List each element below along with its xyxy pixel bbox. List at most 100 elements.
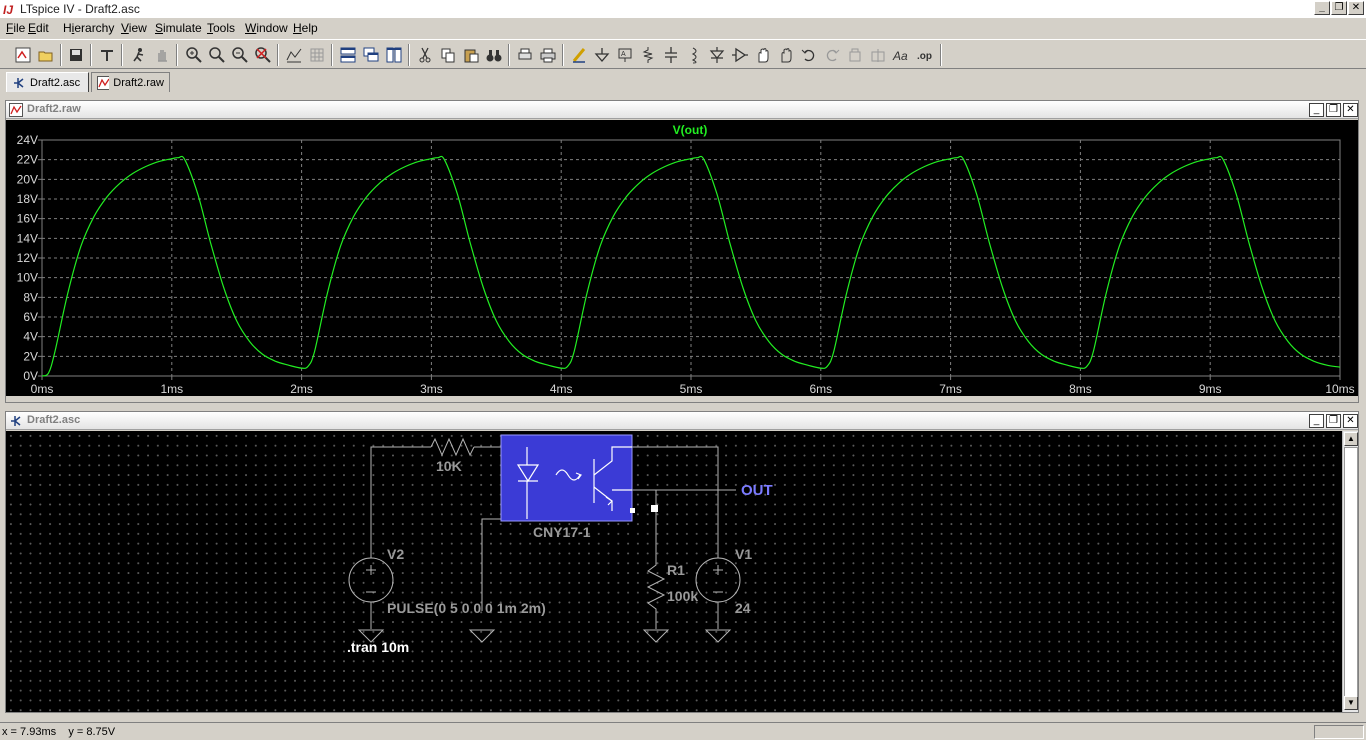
- minimize-button[interactable]: _: [1314, 1, 1330, 15]
- halt-icon[interactable]: [151, 44, 173, 66]
- tab-draft2-asc[interactable]: Draft2.asc: [6, 72, 89, 92]
- restore-button[interactable]: ❐: [1331, 1, 1347, 15]
- zoom-out-icon[interactable]: [229, 44, 251, 66]
- control-panel-icon[interactable]: [96, 44, 118, 66]
- cascade-icon[interactable]: [360, 44, 382, 66]
- x-tick-label: 6ms: [809, 382, 832, 396]
- tile-vertical-icon[interactable]: [383, 44, 405, 66]
- new-schematic-icon[interactable]: [12, 44, 34, 66]
- svg-text:.op: .op: [917, 51, 932, 62]
- resistor-r1[interactable]: [646, 561, 666, 618]
- text-icon[interactable]: Aa: [890, 44, 912, 66]
- r1-name-label[interactable]: R1: [667, 562, 685, 578]
- v1-name-label[interactable]: V1: [735, 546, 752, 562]
- plot-restore-button[interactable]: ❐: [1326, 103, 1341, 117]
- inductor-icon[interactable]: [683, 44, 705, 66]
- paste-icon[interactable]: [460, 44, 482, 66]
- plot-minimize-button[interactable]: _: [1309, 103, 1324, 117]
- move-icon[interactable]: [752, 44, 774, 66]
- v2-value-label[interactable]: PULSE(0 5 0 0 0 1m 2m): [387, 600, 546, 616]
- waveform-window-caption[interactable]: Draft2.raw _ ❐ ✕: [6, 101, 1358, 119]
- scroll-down-button[interactable]: ▼: [1344, 696, 1358, 710]
- menu-file[interactable]: File: [6, 21, 25, 35]
- voltage-source-v2[interactable]: [348, 557, 394, 603]
- mirror-icon[interactable]: [867, 44, 889, 66]
- diode-icon[interactable]: [706, 44, 728, 66]
- close-button[interactable]: ✕: [1348, 1, 1364, 15]
- resistor-r-in[interactable]: [430, 437, 475, 457]
- copy-icon[interactable]: [437, 44, 459, 66]
- plot-close-button[interactable]: ✕: [1343, 103, 1358, 117]
- x-tick-label: 0ms: [31, 382, 54, 396]
- ground-symbol[interactable]: [704, 629, 732, 643]
- menu-window[interactable]: Window: [245, 21, 288, 35]
- menu-hierarchy[interactable]: Hierarchy: [63, 21, 114, 35]
- find-icon[interactable]: [483, 44, 505, 66]
- scroll-thumb[interactable]: [1344, 447, 1358, 697]
- waveform-plot-pane[interactable]: V(out) 0ms 1ms 2ms 3ms 4ms 5ms 6ms 7ms 8ms 9ms 10m…: [6, 120, 1358, 396]
- waveform-chart: V(out) 0ms 1ms 2ms 3ms 4ms 5ms 6ms 7ms 8ms 9ms 10m…: [17, 123, 1355, 396]
- r1-value-label[interactable]: 100k: [667, 588, 698, 604]
- menu-tools[interactable]: Tools: [207, 21, 235, 35]
- menu-help[interactable]: Help: [293, 21, 318, 35]
- menu-edit[interactable]: Edit: [28, 21, 49, 35]
- y-tick-label: 8V: [23, 290, 38, 304]
- menu-view[interactable]: View: [121, 21, 147, 35]
- optocoupler-cny17[interactable]: [500, 434, 635, 522]
- save-icon[interactable]: [65, 44, 87, 66]
- ground-symbol[interactable]: [468, 629, 496, 643]
- voltage-source-v1[interactable]: [695, 557, 741, 603]
- zoom-cancel-icon[interactable]: [252, 44, 274, 66]
- run-icon[interactable]: [128, 44, 150, 66]
- autorange-icon[interactable]: [283, 44, 305, 66]
- ground-icon[interactable]: [591, 44, 613, 66]
- document-tab-bar: Draft2.asc Draft2.raw: [0, 70, 1366, 94]
- zoom-in-icon[interactable]: [183, 44, 205, 66]
- tile-horizontal-icon[interactable]: [337, 44, 359, 66]
- draw-wire-icon[interactable]: [568, 44, 590, 66]
- scroll-up-button[interactable]: ▲: [1344, 432, 1358, 446]
- trace-label-vout[interactable]: V(out): [673, 123, 708, 137]
- net-junction: [651, 505, 658, 512]
- spice-directive-icon[interactable]: .op: [913, 44, 935, 66]
- component-icon[interactable]: [729, 44, 751, 66]
- redo-icon[interactable]: [821, 44, 843, 66]
- spice-directive-tran[interactable]: .tran 10m: [347, 639, 409, 655]
- window-title: LTspice IV - Draft2.asc: [20, 2, 140, 16]
- print-icon[interactable]: [537, 44, 559, 66]
- resistor-value-label[interactable]: 10K: [436, 458, 462, 474]
- menu-simulate[interactable]: Simulate: [155, 21, 202, 35]
- schematic-window: Draft2.asc _ ❐ ✕ 10K CNY17-1 OUT R1 100k…: [5, 411, 1359, 713]
- x-tick-label: 9ms: [1199, 382, 1222, 396]
- open-icon[interactable]: [35, 44, 57, 66]
- zoom-area-icon[interactable]: [206, 44, 228, 66]
- status-bar: x = 7.93ms y = 8.75V: [0, 722, 1366, 740]
- y-tick-label: 22V: [17, 153, 38, 167]
- label-net-icon[interactable]: A: [614, 44, 636, 66]
- schematic-minimize-button[interactable]: _: [1309, 414, 1324, 428]
- ground-symbol[interactable]: [642, 629, 670, 643]
- rotate-icon[interactable]: [844, 44, 866, 66]
- y-tick-label: 12V: [17, 251, 38, 265]
- schematic-icon: [11, 416, 21, 426]
- net-label-out[interactable]: OUT: [741, 482, 773, 499]
- v1-value-label[interactable]: 24: [735, 600, 751, 616]
- schematic-canvas[interactable]: 10K CNY17-1 OUT R1 100k V2 PULSE(0 5 0 0…: [6, 431, 1342, 712]
- y-tick-label: 2V: [23, 349, 38, 363]
- schematic-close-button[interactable]: ✕: [1343, 414, 1358, 428]
- toolbar: A Aa .op: [0, 39, 1366, 69]
- grid-icon[interactable]: [306, 44, 328, 66]
- schematic-window-caption[interactable]: Draft2.asc _ ❐ ✕: [6, 412, 1358, 430]
- waveform-window: Draft2.raw _ ❐ ✕ V(out) 0ms 1ms 2ms 3ms 4ms 5…: [5, 100, 1359, 403]
- tab-draft2-raw[interactable]: Draft2.raw: [91, 72, 170, 92]
- cut-icon[interactable]: [414, 44, 436, 66]
- resistor-icon[interactable]: [637, 44, 659, 66]
- vertical-scrollbar[interactable]: ▲ ▼: [1342, 431, 1358, 712]
- capacitor-icon[interactable]: [660, 44, 682, 66]
- schematic-restore-button[interactable]: ❐: [1326, 414, 1341, 428]
- undo-icon[interactable]: [798, 44, 820, 66]
- v2-name-label[interactable]: V2: [387, 546, 404, 562]
- drag-icon[interactable]: [775, 44, 797, 66]
- print-preview-icon[interactable]: [514, 44, 536, 66]
- optocoupler-label[interactable]: CNY17-1: [533, 524, 591, 540]
